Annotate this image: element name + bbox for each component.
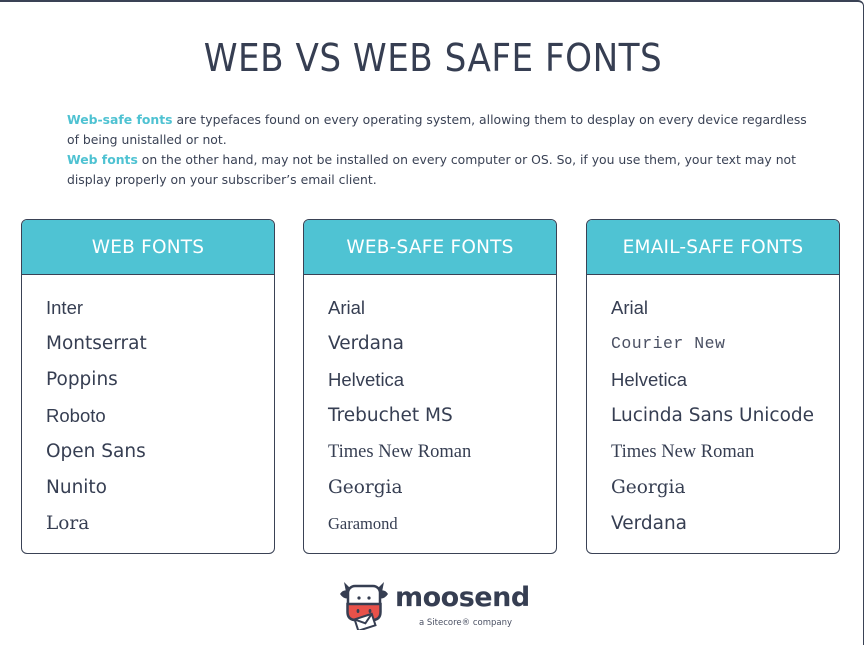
intro-text: Web-safe fonts are typefaces found on ev… (67, 110, 807, 190)
font-item: Courier New (611, 334, 726, 353)
card-email-safe-fonts: EMAIL-SAFE FONTS Arial Courier New Helve… (586, 219, 840, 554)
web-fonts-highlight: Web fonts (67, 152, 138, 167)
intro-paragraph-web: Web fonts on the other hand, may not be … (67, 150, 807, 190)
font-item: Georgia (328, 477, 403, 498)
font-item: Nunito (46, 477, 108, 498)
font-item: Lora (46, 513, 90, 534)
font-item: Georgia (611, 477, 686, 498)
font-item: Inter (46, 297, 84, 318)
font-item: Trebuchet MS (328, 405, 453, 426)
moosend-logo: moosend a Sitecore® company (338, 578, 530, 634)
font-item: Poppins (46, 369, 118, 390)
card-web-fonts: WEB FONTS Inter Montserrat Poppins Robot… (21, 219, 275, 554)
font-item: Times New Roman (611, 442, 755, 462)
page-title: WEB VS WEB SAFE FONTS (203, 36, 663, 80)
web-safe-fonts-highlight: Web-safe fonts (67, 112, 173, 127)
brand-name: moosend (395, 582, 530, 613)
font-list: Arial Verdana Helvetica Trebuchet MS Tim… (328, 296, 471, 548)
font-item: Verdana (611, 513, 688, 534)
font-item: Times New Roman (328, 442, 472, 462)
font-item: Arial (611, 297, 649, 318)
cow-mascot-icon (340, 582, 388, 630)
card-web-safe-fonts: WEB-SAFE FONTS Arial Verdana Helvetica T… (303, 219, 557, 554)
font-item: Open Sans (46, 441, 146, 462)
card-heading: WEB-SAFE FONTS (304, 220, 556, 275)
font-item: Garamond (328, 514, 398, 533)
font-list: Arial Courier New Helvetica Lucinda Sans… (611, 296, 814, 548)
font-item: Arial (328, 297, 366, 318)
font-item: Verdana (328, 333, 405, 354)
font-item: Helvetica (328, 369, 405, 390)
card-heading: WEB FONTS (22, 220, 274, 275)
font-item: Helvetica (611, 369, 688, 390)
font-item: Montserrat (46, 333, 147, 354)
brand-tagline: a Sitecore® company (419, 618, 513, 628)
web-safe-description: are typefaces found on every operating s… (67, 112, 807, 147)
font-item: Lucinda Sans Unicode (611, 405, 815, 426)
intro-paragraph-web-safe: Web-safe fonts are typefaces found on ev… (67, 110, 807, 150)
font-item: Roboto (46, 405, 106, 426)
card-heading: EMAIL-SAFE FONTS (587, 220, 839, 275)
web-fonts-description: on the other hand, may not be installed … (67, 152, 796, 187)
font-list: Inter Montserrat Poppins Roboto Open San… (46, 296, 147, 548)
